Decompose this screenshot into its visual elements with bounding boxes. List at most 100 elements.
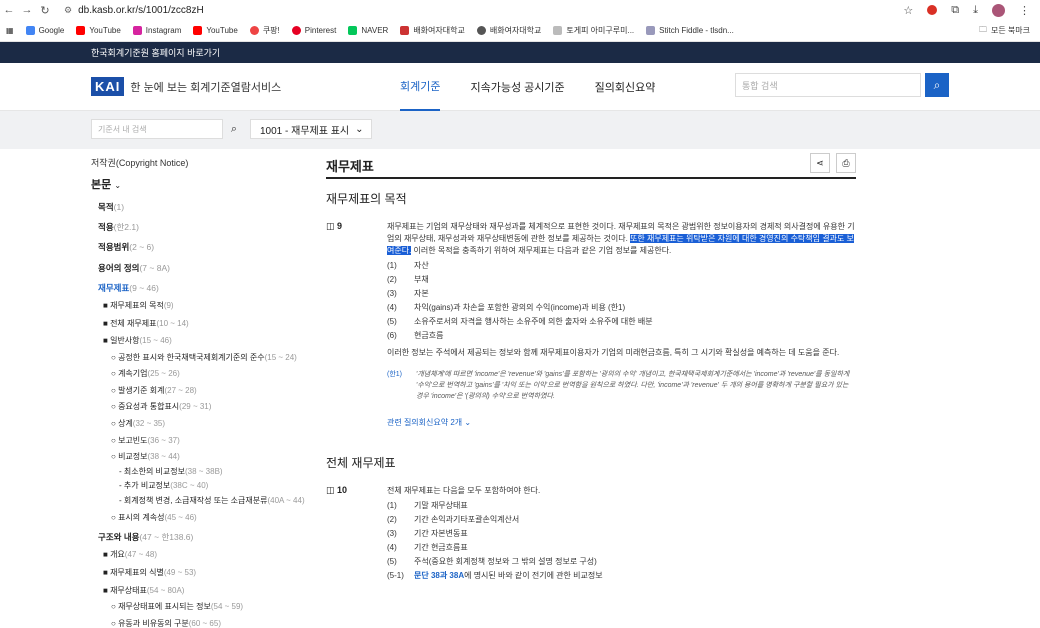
toc-item-label: 계속기업 [118,369,148,379]
bullet: ■ [103,318,111,328]
print-button[interactable]: ⎙ [836,153,856,173]
profile-avatar[interactable] [992,3,1005,17]
standard-select[interactable]: 1001 - 재무제표 표시 ⌄ [250,119,372,139]
toc-item[interactable]: 용어의 정의(7 ~ 8A) [98,263,316,273]
bookmark-google[interactable]: Google [25,26,64,35]
extensions-icon[interactable]: ⧉ [951,4,959,17]
doc-search-input[interactable]: 기준서 내 검색 [91,119,223,139]
toc-item-label: 회계정책 변경, 소급재작성 또는 소급재분류 [123,496,268,506]
toc-sidebar: 저작권(Copyright Notice) 본문 ⌄ 목적(1) 적용(한2.1)… [91,153,316,628]
bookmark-icon[interactable]: ◫ [326,221,335,231]
bookmark-stitch[interactable]: Stitch Fiddle - tlsdn... [646,26,734,35]
item-number: (5) [387,317,397,326]
paragraph-text: 전체 재무제표는 다음을 모두 포함하여야 한다. [387,486,541,495]
toc-item[interactable]: ○ 유동과 비유동의 구분(60 ~ 65) [111,619,316,628]
bullet: ○ [111,602,119,612]
nav-accounting-standards[interactable]: 회계기준 [400,63,441,111]
bookmark-youtube-2[interactable]: YouTube [193,26,238,35]
share-icon: ⋖ [816,157,824,168]
forward-icon[interactable]: → [18,4,36,16]
doc-search-button[interactable]: ⌕ [224,119,244,139]
bookmark-instagram[interactable]: Instagram [132,26,181,35]
toc-item[interactable]: 적용범위(2 ~ 6) [98,242,316,252]
toc-item[interactable]: ○ 상계(32 ~ 35) [111,419,316,429]
bullet: ○ [111,402,119,412]
toc-item-range: (한2.1) [113,222,139,233]
address-bar[interactable]: ⚙ db.kasb.or.kr/s/1001/zcc8zH [58,1,903,19]
bookmark-togepi[interactable]: 토게피 아미구루미... [553,25,634,36]
toc-item-label: 표시의 계속성 [118,512,165,522]
toc-item-label: 재무상태표 [110,585,147,595]
toc-item[interactable]: ○ 보고빈도(36 ~ 37) [111,436,316,446]
bookmark-baewha-1[interactable]: 배화여자대학교 [400,25,465,36]
toc-item[interactable]: - 추가 비교정보(38C ~ 40) [119,481,316,491]
homepage-link[interactable]: 한국회계기준원 홈페이지 바로가기 [91,46,220,59]
extension-opera-icon[interactable] [927,5,938,15]
item-text: 주석(중요한 회계정책 정보와 그 밖의 설명 정보로 구성) [414,557,597,566]
nav-qa-summary[interactable]: 질의회신요약 [595,63,656,111]
toc-item-label: 재무상태표에 표시되는 정보 [118,602,211,612]
search-icon: ⌕ [933,77,941,92]
toc-item-label: 전체 재무제표 [110,318,157,328]
menu-icon[interactable]: ⋮ [1019,4,1030,17]
download-icon[interactable]: ⤓ [973,4,978,17]
toc-item-range: (15 ~ 24) [264,352,297,362]
site-logo[interactable]: KAI 한 눈에 보는 회계기준열람서비스 [91,77,281,96]
toc-item[interactable]: 목적(1) [98,202,316,212]
toc-item[interactable]: ■ 전체 재무제표(10 ~ 14) [103,319,316,329]
bookmark-youtube[interactable]: YouTube [76,26,121,35]
toc-item[interactable]: ■ 개요(47 ~ 48) [103,550,316,560]
item-text: 자본 [414,289,429,298]
toc-item[interactable]: 적용(한2.1) [98,222,316,232]
reload-icon[interactable]: ↻ [36,4,54,17]
toc-item[interactable]: ○ 재무상태표에 표시되는 정보(54 ~ 59) [111,602,316,612]
toc-item[interactable]: ○ 표시의 계속성(45 ~ 46) [111,513,316,523]
standard-select-value: 1001 - 재무제표 표시 [260,125,350,137]
item-text: 자산 [414,261,429,270]
toc-item[interactable]: ○ 비교정보(38 ~ 44) [111,452,316,462]
site-info-icon[interactable]: ⚙ [64,5,72,16]
toc-item[interactable]: - 회계정책 변경, 소급재작성 또는 소급재분류(40A ~ 44) [119,496,316,506]
apps-grid-icon[interactable]: ▦ [6,26,14,35]
item-text: 기간 자본변동표 [414,529,468,538]
related-qa-link[interactable]: 관련 질의회신요약 2개 ⌄ [387,417,856,429]
item-number: (3) [387,529,397,538]
nav-sustainability[interactable]: 지속가능성 공시기준 [470,63,564,111]
paragraph-link[interactable]: 문단 38과 38A [414,571,464,580]
global-search-input[interactable]: 통합 검색 [735,73,921,97]
toc-item[interactable]: ■ 재무상태표(54 ~ 80A) [103,586,316,596]
toc-copyright[interactable]: 저작권(Copyright Notice) [91,158,316,169]
bookmark-coupang[interactable]: 쿠팡! [249,25,280,36]
service-name: 한 눈에 보는 회계기준열람서비스 [130,81,282,94]
toc-item[interactable]: 재무제표(9 ~ 46) [98,283,316,293]
bullet: ■ [103,585,111,595]
bookmark-naver[interactable]: NAVER [348,26,388,35]
global-search-button[interactable]: ⌕ [925,73,949,97]
toc-item-range: (15 ~ 46) [139,336,172,346]
all-bookmarks[interactable]: 🗀 모든 북마크 [979,24,1030,38]
star-icon[interactable]: ☆ [903,4,913,17]
toc-item[interactable]: ○ 발생기준 회계(27 ~ 28) [111,386,316,396]
toc-item[interactable]: 구조와 내용(47 ~ 한138.6) [98,532,316,542]
toc-item[interactable]: ○ 계속기업(25 ~ 26) [111,369,316,379]
toc-item-label: 공정한 표시와 한국채택국제회계기준의 준수 [118,352,265,362]
list-item: (6) 현금흐름 [387,329,856,343]
back-icon[interactable]: ← [0,4,18,16]
toc-item[interactable]: ■ 재무제표의 목적(9) [103,301,316,311]
bookmark-pinterest[interactable]: Pinterest [291,26,336,35]
paragraph-text-cont: 이러한 목적을 충족하기 위하여 재무제표는 다음과 같은 기업 정보를 제공한… [411,246,672,255]
toc-item[interactable]: - 최소한의 비교정보(38 ~ 38B) [119,467,316,477]
toc-item-label: 재무제표의 목적 [110,300,164,310]
bookmark-baewha-2[interactable]: 배화여자대학교 [476,25,541,36]
toc-item[interactable]: ■ 일반사항(15 ~ 46) [103,336,316,346]
footnote-tag[interactable]: (한1) [387,369,416,402]
toc-item[interactable]: ○ 공정한 표시와 한국채택국제회계기준의 준수(15 ~ 24) [111,353,316,363]
toc-item[interactable]: ■ 재무제표의 식별(49 ~ 53) [103,568,316,578]
toc-body-heading[interactable]: 본문 ⌄ [91,179,316,192]
share-button[interactable]: ⋖ [810,153,830,173]
bookmark-icon[interactable]: ◫ [326,485,335,495]
item-number: (5) [387,557,397,566]
toc-item-range: (54 ~ 80A) [146,585,185,595]
list-item: (3) 기간 자본변동표 [387,527,856,541]
toc-item[interactable]: ○ 중요성과 통합표시(29 ~ 31) [111,402,316,412]
